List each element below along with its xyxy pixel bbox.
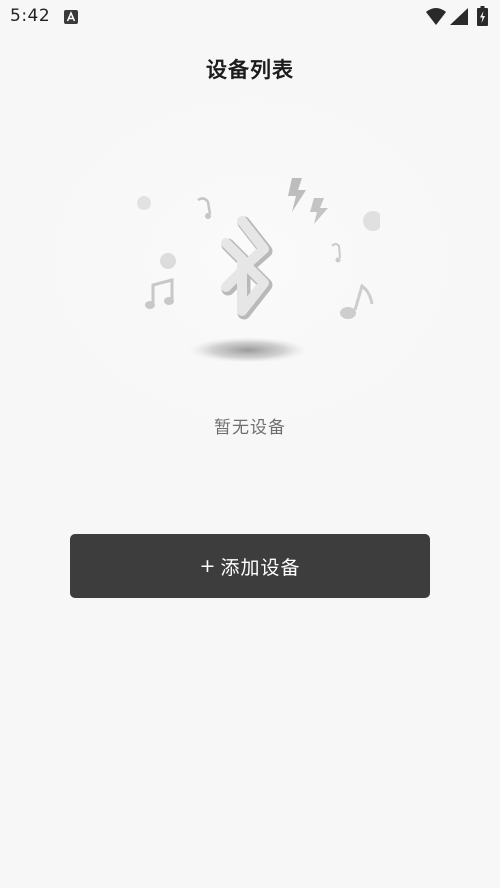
background bbox=[0, 0, 500, 888]
status-time: 5:42 bbox=[10, 6, 51, 26]
music-note-icon bbox=[197, 197, 212, 219]
dot-circle bbox=[363, 211, 380, 231]
bluetooth-icon bbox=[221, 216, 273, 320]
add-device-label: 添加设备 bbox=[220, 556, 301, 579]
battery-charging-icon bbox=[477, 6, 488, 26]
plus-icon: + bbox=[199, 555, 217, 577]
music-note-icon bbox=[331, 243, 341, 263]
add-device-button[interactable]: + 添加设备 bbox=[70, 534, 430, 598]
bluetooth-music-illustration bbox=[137, 178, 380, 363]
status-bar: 5:42 bbox=[0, 0, 500, 34]
signal-icon bbox=[450, 8, 468, 25]
wifi-icon bbox=[426, 8, 446, 25]
app-notification-icon bbox=[64, 10, 78, 24]
page-title: 设备列表 bbox=[206, 58, 294, 82]
music-note-icon bbox=[145, 278, 174, 309]
dot-circle bbox=[160, 253, 176, 269]
empty-state-message: 暂无设备 bbox=[214, 418, 286, 438]
dot-circle bbox=[137, 196, 151, 210]
shadow-ellipse bbox=[188, 337, 308, 363]
music-note-icon bbox=[340, 283, 374, 319]
lightning-icon bbox=[288, 178, 328, 224]
